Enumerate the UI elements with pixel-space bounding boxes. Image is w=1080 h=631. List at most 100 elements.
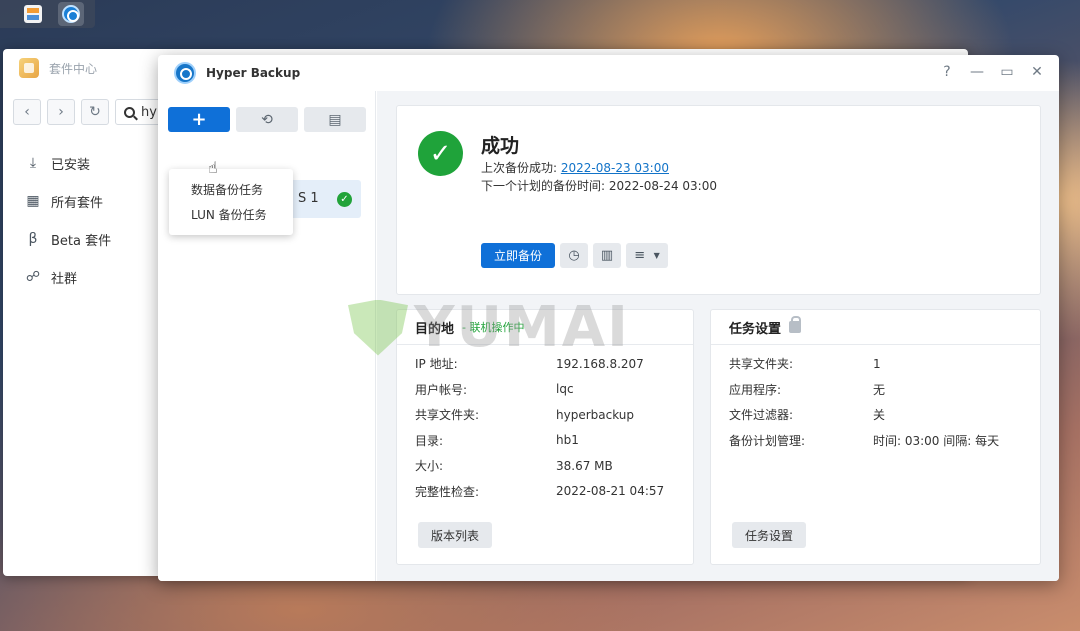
close-icon[interactable]: ✕	[1029, 63, 1045, 81]
info-row: 用户帐号: lqc	[415, 377, 693, 403]
menu-item-lun-backup[interactable]: LUN 备份任务	[169, 202, 293, 227]
row-value: 关	[873, 408, 886, 423]
row-value: 192.168.8.207	[556, 356, 644, 371]
status-card: ✓ 成功 上次备份成功: 2022-08-23 03:00 下一个计划的备份时间…	[396, 105, 1041, 295]
row-label: 完整性检查:	[415, 484, 480, 499]
back-button[interactable]: ‹	[13, 99, 41, 125]
chevron-left-icon: ‹	[24, 104, 30, 120]
add-task-dropdown: 数据备份任务 LUN 备份任务	[169, 169, 293, 235]
package-center-sidebar: ⤓ 已安装 ▦ 所有套件 β Beta 套件 ☍ 社群	[25, 144, 111, 296]
sidebar-item-label: 所有套件	[51, 195, 104, 211]
task-settings-header: 任务设置	[711, 310, 1040, 345]
sidebar-item-community[interactable]: ☍ 社群	[25, 258, 111, 296]
last-backup-line: 上次备份成功: 2022-08-23 03:00	[481, 159, 669, 176]
help-icon[interactable]: ?	[939, 63, 955, 81]
history-icon: ⟲	[261, 111, 273, 128]
row-label: 文件过滤器:	[729, 408, 794, 423]
maximize-icon[interactable]: ▭	[999, 63, 1015, 81]
hand-cursor-icon: ☝	[208, 158, 218, 177]
info-row: 备份计划管理: 时间: 03:00 间隔: 每天	[729, 428, 1040, 454]
success-check-icon: ✓	[337, 192, 352, 207]
task-settings-title: 任务设置	[729, 321, 782, 337]
row-value: 无	[873, 382, 886, 397]
restore-button[interactable]: ⟲	[236, 107, 298, 132]
task-settings-rows: 共享文件夹: 1 应用程序: 无 文件过滤器: 关 备份计划管理: 时间: 03:00 …	[711, 345, 1040, 453]
info-row: 完整性检查: 2022-08-21 04:57	[415, 479, 693, 505]
last-backup-link[interactable]: 2022-08-23 03:00	[561, 161, 669, 175]
row-value: 时间: 03:00 间隔: 每天	[873, 433, 1000, 448]
document-icon: ▤	[328, 111, 342, 128]
add-task-button[interactable]: +	[168, 107, 230, 132]
destination-title: 目的地	[415, 321, 455, 337]
plus-icon: +	[191, 109, 207, 130]
row-label: 备份计划管理:	[729, 433, 806, 448]
package-center-title: 套件中心	[49, 61, 98, 76]
community-icon: ☍	[25, 269, 41, 285]
destination-card: 目的地 - 联机操作中 IP 地址: 192.168.8.207 用户帐号: lqc…	[396, 309, 694, 565]
destination-rows: IP 地址: 192.168.8.207 用户帐号: lqc 共享文件夹: hyper…	[397, 345, 693, 504]
status-actions: 立即备份 ◷ ▥ ≡ ▼	[481, 243, 669, 268]
row-label: 应用程序:	[729, 382, 782, 397]
hyper-backup-taskbar-icon[interactable]	[58, 2, 84, 26]
minimize-icon[interactable]: —	[969, 63, 985, 81]
row-value: hyperbackup	[556, 407, 635, 422]
forward-button[interactable]: ›	[47, 99, 75, 125]
info-row: 大小: 38.67 MB	[415, 453, 693, 479]
sidebar-item-beta[interactable]: β Beta 套件	[25, 220, 112, 258]
success-icon: ✓	[418, 131, 463, 176]
destination-status: - 联机操作中	[462, 321, 525, 334]
download-icon: ⤓	[29, 155, 37, 171]
task-settings-button[interactable]: 任务设置	[732, 522, 807, 548]
clock-search-icon: ◷	[568, 248, 580, 263]
task-item-name: S 1	[298, 191, 319, 206]
version-list-button[interactable]: 版本列表	[418, 522, 493, 548]
more-actions-button[interactable]: ≡ ▼	[626, 243, 669, 268]
last-backup-label: 上次备份成功:	[481, 161, 561, 175]
package-center-icon	[19, 58, 39, 78]
log-button[interactable]: ▤	[304, 107, 366, 132]
task-list-panel: + ⟲ ▤ S 1 ✓ 数据备份任务 LUN 备份任务 ☝	[158, 91, 376, 581]
sidebar-item-installed[interactable]: ⤓ 已安装	[25, 144, 111, 182]
info-row: IP 地址: 192.168.8.207	[415, 351, 693, 377]
info-row: 共享文件夹: hyperbackup	[415, 402, 693, 428]
hyper-backup-logo-icon	[174, 62, 196, 84]
beta-icon: β	[28, 231, 38, 247]
sidebar-item-all-packages[interactable]: ▦ 所有套件	[25, 182, 111, 220]
sidebar-item-label: Beta 套件	[51, 233, 112, 249]
statistics-button[interactable]: ▥	[593, 243, 622, 268]
row-value: lqc	[556, 382, 574, 397]
row-label: 大小:	[415, 459, 444, 474]
search-icon	[124, 106, 135, 118]
menu-item-data-backup[interactable]: 数据备份任务	[169, 177, 293, 202]
window-title: Hyper Backup	[206, 66, 301, 80]
grid-icon: ▦	[26, 193, 40, 209]
hyper-backup-window: Hyper Backup ? — ▭ ✕ + ⟲ ▤ S 1 ✓ 数据备份任务 …	[158, 55, 1059, 581]
row-value: 1	[873, 356, 881, 371]
next-backup-line: 下一个计划的备份时间: 2022-08-24 03:00	[481, 177, 717, 194]
row-value: 38.67 MB	[556, 458, 613, 473]
row-label: 共享文件夹:	[729, 357, 794, 372]
info-row: 文件过滤器: 关	[729, 402, 1040, 428]
next-backup-label: 下一个计划的备份时间:	[481, 179, 609, 193]
menu-icon: ≡	[634, 248, 646, 263]
info-row: 应用程序: 无	[729, 377, 1040, 403]
info-row: 目录: hb1	[415, 428, 693, 454]
package-center-nav: ‹ › ↻ hyp	[13, 99, 175, 125]
integrity-check-button[interactable]: ◷	[560, 243, 589, 268]
refresh-button[interactable]: ↻	[81, 99, 109, 125]
hyper-backup-titlebar[interactable]: Hyper Backup ? — ▭ ✕	[158, 55, 1059, 91]
caret-down-icon: ▼	[653, 251, 660, 260]
task-toolbar: + ⟲ ▤	[168, 107, 366, 132]
row-label: IP 地址:	[415, 357, 458, 372]
row-value: hb1	[556, 433, 579, 448]
package-center-taskbar-icon[interactable]	[20, 2, 46, 26]
row-value: 2022-08-21 04:57	[556, 484, 665, 499]
backup-now-button[interactable]: 立即备份	[481, 243, 556, 268]
row-label: 目录:	[415, 433, 444, 448]
destination-header: 目的地 - 联机操作中	[397, 310, 693, 345]
task-detail-panel: ✓ 成功 上次备份成功: 2022-08-23 03:00 下一个计划的备份时间…	[377, 91, 1059, 581]
sidebar-item-label: 已安装	[51, 157, 91, 173]
lock-icon	[789, 316, 802, 333]
status-title: 成功	[481, 135, 520, 157]
info-row: 共享文件夹: 1	[729, 351, 1040, 377]
